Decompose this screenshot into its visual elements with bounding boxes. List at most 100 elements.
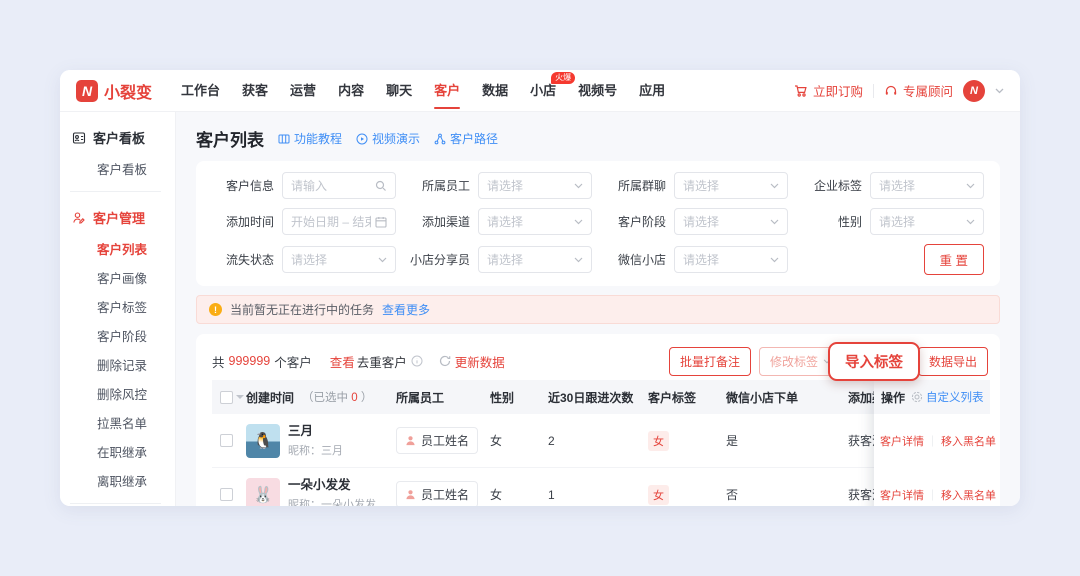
sidebar-group-label: 客户看板 xyxy=(93,128,145,147)
follow-count-value: 2 xyxy=(548,434,648,448)
reset-button[interactable]: 重 置 xyxy=(924,244,984,275)
select-all-checkbox[interactable] xyxy=(220,391,233,404)
customer-table-card: 共 999999 个客户 查看 去重客户 xyxy=(196,334,1000,506)
refresh-icon xyxy=(439,355,451,367)
nav-right-actions: 立即订购 专属顾问 N xyxy=(794,80,1004,102)
view-dedup-link[interactable]: 查看 去重客户 xyxy=(330,352,423,371)
customer-detail-link[interactable]: 客户详情 xyxy=(880,487,924,503)
action-separator: ｜ xyxy=(927,487,938,503)
wechat-shop-select-placeholder: 请选择 xyxy=(683,251,766,268)
nav-item-apps[interactable]: 应用 xyxy=(628,70,676,112)
advisor-link[interactable]: 专属顾问 xyxy=(884,81,953,100)
customize-columns-link[interactable]: 自定义列表 xyxy=(911,389,984,405)
view-dedup-rest: 去重客户 xyxy=(357,352,407,371)
filter-label-group-chat: 所属群聊 xyxy=(604,177,666,194)
filter-label-channel: 添加渠道 xyxy=(408,213,470,230)
main-content: 客户列表 功能教程 视频演示 客户路径 xyxy=(176,112,1020,506)
follow-count-value: 1 xyxy=(548,488,648,502)
wechat-shop-select[interactable]: 请选择 xyxy=(674,246,788,273)
account-chevron-down-icon[interactable] xyxy=(995,88,1004,94)
customer-info-input-field[interactable] xyxy=(291,179,371,193)
corp-tag-select[interactable]: 请选择 xyxy=(870,172,984,199)
video-demo-link[interactable]: 视频演示 xyxy=(356,130,420,147)
customer-detail-link[interactable]: 客户详情 xyxy=(880,433,924,449)
sidebar-item-onjob-inherit[interactable]: 在职继承 xyxy=(60,437,175,466)
staff-select[interactable]: 请选择 xyxy=(478,172,592,199)
tutorial-link[interactable]: 功能教程 xyxy=(278,130,342,147)
staff-chip: 员工姓名 xyxy=(396,481,478,506)
move-to-blacklist-link[interactable]: 移入黑名单 xyxy=(941,433,996,449)
gear-icon xyxy=(911,391,923,403)
customer-nickname: 昵称：一朵小发发 xyxy=(288,496,376,507)
cart-icon xyxy=(794,84,808,98)
sidebar-group-customer-mgmt[interactable]: 客户管理 xyxy=(60,200,175,234)
churn-status-select-placeholder: 请选择 xyxy=(291,251,374,268)
shop-sharer-select-placeholder: 请选择 xyxy=(487,251,570,268)
brand-logo[interactable]: N 小裂变 xyxy=(76,79,152,103)
batch-note-button[interactable]: 批量打备注 xyxy=(669,347,751,376)
primary-nav: 工作台 获客 运营 内容 聊天 客户 数据 小店 火爆 视频号 应用 xyxy=(170,70,676,112)
video-demo-link-label: 视频演示 xyxy=(372,130,420,147)
chevron-down-icon xyxy=(770,183,779,189)
view-dedup-hot: 查看 xyxy=(330,352,355,371)
export-button[interactable]: 数据导出 xyxy=(918,347,988,376)
group-chat-select-placeholder: 请选择 xyxy=(683,177,766,194)
sidebar-item-customer-tags[interactable]: 客户标签 xyxy=(60,292,175,321)
nav-item-customer-active[interactable]: 客户 xyxy=(423,70,471,112)
info-icon xyxy=(411,355,423,367)
sidebar-group-dashboard[interactable]: 客户看板 xyxy=(60,120,175,154)
corp-tag-select-placeholder: 请选择 xyxy=(879,177,962,194)
select-menu-caret-icon[interactable] xyxy=(236,395,244,399)
staff-select-placeholder: 请选择 xyxy=(487,177,570,194)
table-header: 创建时间 （已选中 0 ） 所属员工 性别 近30日跟进次数 客户标签 微信小店… xyxy=(212,380,988,414)
customer-tag: 女 xyxy=(648,485,669,505)
person-icon xyxy=(405,435,416,446)
customer-name: 三月 xyxy=(288,424,343,439)
customer-path-link[interactable]: 客户路径 xyxy=(434,130,498,147)
sidebar-item-customer-dashboard[interactable]: 客户看板 xyxy=(60,154,175,183)
sidebar-item-blacklist[interactable]: 拉黑名单 xyxy=(60,408,175,437)
move-to-blacklist-link[interactable]: 移入黑名单 xyxy=(941,487,996,503)
sidebar-item-customer-stage[interactable]: 客户阶段 xyxy=(60,321,175,350)
user-avatar[interactable]: N xyxy=(963,80,985,102)
nav-item-acquisition[interactable]: 获客 xyxy=(231,70,279,112)
sidebar-item-offjob-inherit[interactable]: 离职继承 xyxy=(60,466,175,495)
date-range-input-field[interactable] xyxy=(291,215,371,229)
route-icon xyxy=(434,133,446,145)
gender-select[interactable]: 请选择 xyxy=(870,208,984,235)
nav-item-chat[interactable]: 聊天 xyxy=(375,70,423,112)
customer-info-input[interactable] xyxy=(282,172,396,199)
refresh-data-link[interactable]: 更新数据 xyxy=(439,352,505,371)
col-header-gender: 性别 xyxy=(490,389,548,406)
sidebar-item-delete-records[interactable]: 删除记录 xyxy=(60,350,175,379)
filter-label-add-time: 添加时间 xyxy=(212,213,274,230)
group-chat-select[interactable]: 请选择 xyxy=(674,172,788,199)
churn-status-select[interactable]: 请选择 xyxy=(282,246,396,273)
chevron-down-icon xyxy=(574,257,583,263)
row-checkbox[interactable] xyxy=(220,434,233,447)
sidebar-item-customer-list[interactable]: 客户列表 xyxy=(60,234,175,263)
channel-select[interactable]: 请选择 xyxy=(478,208,592,235)
row-checkbox[interactable] xyxy=(220,488,233,501)
chevron-down-icon xyxy=(966,183,975,189)
nav-item-data[interactable]: 数据 xyxy=(471,70,519,112)
staff-name: 员工姓名 xyxy=(421,486,469,503)
date-range-input[interactable] xyxy=(282,208,396,235)
view-more-link[interactable]: 查看更多 xyxy=(382,301,430,318)
filter-label-customer-info: 客户信息 xyxy=(212,177,274,194)
import-tag-button[interactable]: 导入标签 xyxy=(828,342,920,381)
nav-item-shop[interactable]: 小店 火爆 xyxy=(519,70,567,112)
order-now-label: 立即订购 xyxy=(813,81,863,100)
order-now-link[interactable]: 立即订购 xyxy=(794,81,863,100)
sidebar-item-delete-risk[interactable]: 删除风控 xyxy=(60,379,175,408)
nav-item-operation[interactable]: 运营 xyxy=(279,70,327,112)
nav-item-content[interactable]: 内容 xyxy=(327,70,375,112)
nav-item-workbench[interactable]: 工作台 xyxy=(170,70,231,112)
stage-select[interactable]: 请选择 xyxy=(674,208,788,235)
nav-item-video-channel[interactable]: 视频号 xyxy=(567,70,628,112)
sidebar-item-customer-portrait[interactable]: 客户画像 xyxy=(60,263,175,292)
headset-icon xyxy=(884,84,898,98)
shop-sharer-select[interactable]: 请选择 xyxy=(478,246,592,273)
filter-label-shop-sharer: 小店分享员 xyxy=(408,251,470,268)
filter-label-corp-tag: 企业标签 xyxy=(800,177,862,194)
